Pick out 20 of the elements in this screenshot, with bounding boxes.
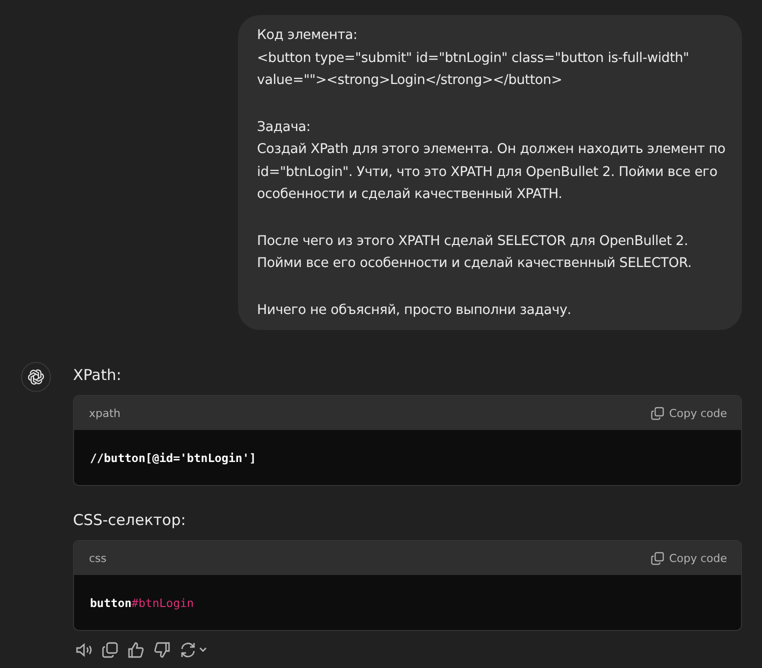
message-paragraph: После чего из этого XPATH сделай SELECTOR для OpenBullet 2. Пойми все его особенности и сделай качественный SELECTOR.: [257, 232, 693, 273]
code-line: //button[@id='btnLogin']: [90, 451, 256, 465]
assistant-avatar-icon: [21, 362, 51, 392]
copy-code-button[interactable]: Copy code: [651, 406, 727, 420]
read-aloud-icon[interactable]: [75, 641, 93, 659]
code-language: css: [89, 552, 107, 564]
copy-icon: [651, 406, 664, 420]
code-line: button#btnLogin: [90, 596, 194, 610]
message-paragraph: Код элемента: <button type="submit" id="btnLogin" class="button is-full-width" value=""><strong>Login</strong></button>: [257, 27, 690, 90]
code-language: xpath: [89, 406, 121, 420]
copy-icon[interactable]: [101, 641, 119, 659]
section-heading: XPath:: [73, 365, 122, 385]
message-paragraph: Ничего не объясняй, просто выполни задачу.: [257, 302, 572, 320]
thumbs-down-icon[interactable]: [153, 641, 171, 659]
thumbs-up-icon[interactable]: [127, 641, 145, 659]
section-heading: CSS-селектор:: [73, 510, 187, 530]
copy-code-button[interactable]: Copy code: [651, 552, 727, 564]
copy-icon: [651, 552, 664, 564]
regenerate-icon[interactable]: [179, 641, 209, 659]
message-paragraph: Задача: Создай XPath для этого элемента. Он должен находить элемент по id="btnLogin". Учти, что это XPATH для OpenBullet 2. Пойми все его особенности и сделай качественный XPATH.: [257, 118, 726, 204]
